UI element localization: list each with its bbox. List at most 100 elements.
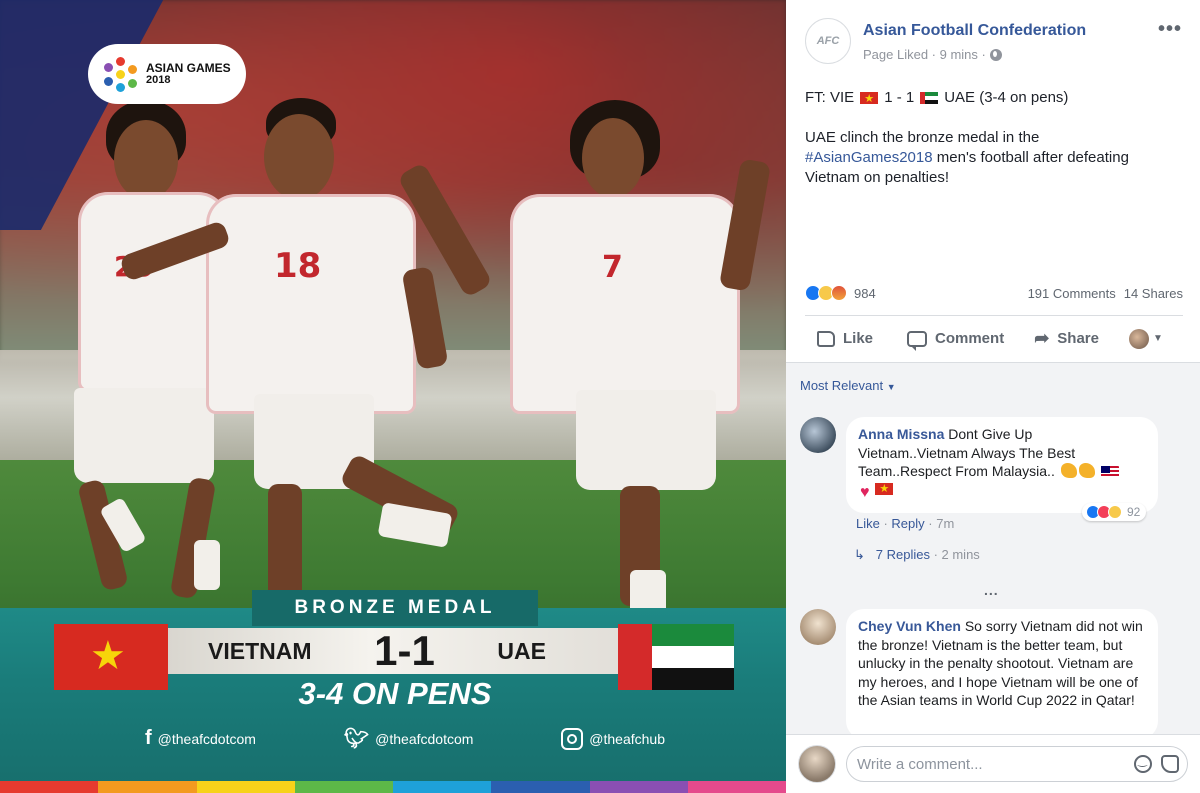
asian-games-logo: ASIAN GAMES 2018	[88, 44, 246, 104]
sad-reaction-icon	[1108, 505, 1122, 519]
comment-like-link[interactable]: Like	[856, 516, 880, 531]
share-label: Share	[1057, 330, 1099, 347]
logo-title: ASIAN GAMES	[146, 60, 231, 75]
comment-bubble-icon	[907, 330, 928, 351]
bronze-medal-label: BRONZE MEDAL	[252, 590, 538, 626]
thumbs-up-icon	[817, 330, 835, 347]
comment-author-link[interactable]: Chey Vun Khen	[858, 618, 961, 634]
chevron-down-icon: ▼	[1152, 333, 1163, 344]
globe-icon[interactable]	[989, 48, 1002, 61]
jersey-number: 18	[274, 246, 322, 286]
post-text: FT: VIE 1 - 1 UAE (3-4 on pens) UAE clin…	[805, 88, 1185, 188]
comment-button[interactable]: Comment	[907, 330, 1005, 351]
page-avatar[interactable]: AFC	[805, 18, 851, 64]
write-comment-bar	[786, 734, 1200, 793]
share-button[interactable]: ➦ Share	[1034, 328, 1099, 349]
social-instagram: @theafchub	[561, 726, 665, 751]
post-body-before: UAE clinch the bronze medal in the	[805, 129, 1040, 146]
social-facebook: f @theafcdotcom	[145, 726, 256, 751]
comment-author-link[interactable]: Anna Missna	[858, 426, 944, 442]
share-arrow-icon: ➦	[1034, 328, 1050, 348]
hashtag-link[interactable]: #AsianGames2018	[805, 149, 933, 166]
post-meta-text: Page Liked · 9 mins ·	[863, 47, 986, 62]
comment-time[interactable]: 7m	[936, 516, 954, 531]
instagram-icon	[561, 727, 584, 750]
comment-reaction-count: 92	[1127, 505, 1141, 519]
uae-flag-icon	[618, 624, 734, 690]
social-handles: f @theafcdotcom 🐦︎ @theafcdotcom @theafc…	[145, 726, 665, 751]
color-strip-segment	[0, 781, 99, 793]
vietnam-flag-icon: ★	[54, 624, 168, 690]
facebook-icon: f	[145, 727, 152, 749]
comment-sort[interactable]: Most Relevant ▼	[800, 378, 896, 393]
reaction-as-selector[interactable]: ▼	[1128, 328, 1163, 349]
comment-reactions[interactable]: 92	[1082, 503, 1147, 521]
player-7: 7	[397, 100, 772, 620]
view-replies[interactable]: ↳ 7 Replies · 2 mins	[854, 547, 980, 563]
load-more-comments[interactable]: ...	[984, 582, 999, 598]
angry-reaction-icon[interactable]	[831, 285, 847, 301]
vietnam-flag-emoji-icon	[875, 480, 894, 498]
social-handle: @theafcdotcom	[157, 730, 256, 747]
reaction-count[interactable]: 984	[854, 286, 876, 301]
score-line: FT: VIE 1 - 1 UAE (3-4 on pens)	[805, 88, 1185, 109]
post-action-bar: Like Comment ➦ Share ▼	[805, 315, 1183, 361]
comment-reply-link[interactable]: Reply	[891, 516, 924, 531]
malaysia-flag-emoji-icon	[1100, 466, 1119, 478]
commenter-avatar[interactable]	[800, 609, 836, 645]
more-options-button[interactable]: •••	[1158, 18, 1182, 41]
post-header: AFC Asian Football Confederation Page Li…	[786, 0, 1200, 80]
flexed-biceps-emoji-icon	[1060, 463, 1077, 478]
score-line-prefix: FT: VIE	[805, 89, 855, 106]
final-score: 1-1	[374, 627, 435, 674]
social-handle: @theafchub	[589, 730, 665, 747]
team-right: UAE	[497, 637, 546, 664]
sort-label[interactable]: Most Relevant	[800, 378, 883, 393]
color-strip	[0, 781, 786, 793]
color-strip-segment	[98, 781, 197, 793]
asian-games-emblem-icon	[104, 57, 138, 92]
vietnam-flag-emoji-icon	[860, 89, 879, 109]
logo-year: 2018	[146, 73, 171, 86]
score-line-suffix: UAE (3-4 on pens)	[944, 89, 1069, 106]
user-avatar	[1128, 328, 1149, 349]
replies-time: 2 mins	[941, 547, 980, 562]
jersey-number: 7	[602, 250, 623, 285]
current-user-avatar[interactable]	[798, 745, 836, 783]
sticker-icon[interactable]	[1161, 755, 1179, 773]
flexed-biceps-emoji-icon	[1078, 463, 1095, 478]
twitter-icon: 🐦︎	[343, 728, 370, 750]
comments-count-link[interactable]: 191 Comments	[1028, 286, 1116, 301]
heart-emoji-icon: ♥	[860, 483, 870, 501]
post-paragraph: UAE clinch the bronze medal in the #Asia…	[805, 128, 1185, 188]
score-bar: VIETNAM 1-1 UAE	[168, 627, 618, 674]
comment-label: Comment	[935, 330, 1005, 347]
reply-arrow-icon: ↳	[854, 547, 865, 562]
color-strip-segment	[589, 781, 688, 793]
post-meta: Page Liked · 9 mins ·	[863, 47, 1002, 62]
like-button[interactable]: Like	[817, 330, 873, 347]
post-photo[interactable]: 26 18 7	[0, 0, 786, 793]
like-label: Like	[843, 330, 874, 347]
color-strip-segment	[491, 781, 590, 793]
page-name-link[interactable]: Asian Football Confederation	[863, 22, 1086, 40]
uae-flag-emoji-icon	[920, 92, 939, 104]
replies-link[interactable]: 7 Replies	[876, 547, 930, 562]
commenter-avatar[interactable]	[800, 417, 836, 453]
social-handle: @theafcdotcom	[375, 730, 474, 747]
post-side-panel: AFC Asian Football Confederation Page Li…	[786, 0, 1200, 793]
caret-down-icon: ▼	[886, 382, 896, 392]
color-strip-segment	[393, 781, 492, 793]
comment-bubble: Anna Missna Dont Give Up Vietnam..Vietna…	[846, 417, 1158, 513]
color-strip-segment	[294, 781, 393, 793]
emoji-icon[interactable]	[1134, 754, 1152, 773]
comments-section: Most Relevant ▼ Anna Missna Dont Give Up…	[786, 362, 1200, 739]
score-line-score: 1 - 1	[884, 89, 915, 106]
social-twitter: 🐦︎ @theafcdotcom	[344, 726, 474, 751]
shares-count-link[interactable]: 14 Shares	[1124, 286, 1183, 301]
comment-actions: Like · Reply · 7m	[856, 516, 955, 531]
team-left: VIETNAM	[208, 637, 312, 664]
color-strip-segment	[687, 781, 786, 793]
penalties-result: 3-4 ON PENS	[298, 676, 492, 711]
comment-bubble: Chey Vun Khen So sorry Vietnam did not w…	[846, 609, 1158, 739]
